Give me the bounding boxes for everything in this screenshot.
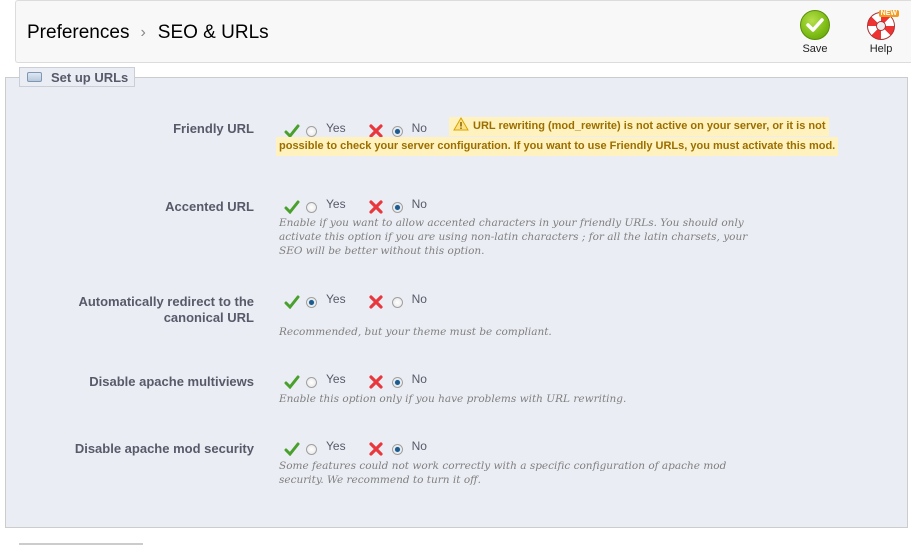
no-label: No <box>411 372 427 386</box>
breadcrumb: Preferences › SEO & URLs <box>27 22 269 44</box>
breadcrumb-separator-icon: › <box>140 24 146 41</box>
accented-url-hint: Enable if you want to allow accented cha… <box>279 217 748 257</box>
multiviews-hint: Enable this option only if you have prob… <box>279 393 627 405</box>
help-button[interactable]: NEW Help <box>856 10 906 55</box>
yes-label: Yes <box>326 372 346 386</box>
check-icon <box>284 295 300 309</box>
no-label: No <box>411 197 427 211</box>
cross-icon <box>368 375 383 389</box>
save-button[interactable]: Save <box>790 10 840 55</box>
check-icon <box>284 200 300 214</box>
mod-security-no-radio[interactable] <box>391 443 403 455</box>
friendly-url-options: Yes No <box>284 121 427 138</box>
yes-label: Yes <box>326 121 346 135</box>
lifebuoy-icon: NEW <box>866 10 899 40</box>
mod-security-hint: Some features could not work correctly w… <box>279 460 727 486</box>
new-badge: NEW <box>878 10 899 17</box>
mod-security-options: Yes No <box>284 439 427 456</box>
canonical-redirect-options: Yes No <box>284 292 427 309</box>
check-icon <box>284 375 300 389</box>
canonical-redirect-label: Automatically redirect to the canonical … <box>78 294 254 325</box>
cross-icon <box>368 442 383 456</box>
multiviews-no-radio[interactable] <box>391 376 403 388</box>
yes-label: Yes <box>326 292 346 306</box>
yes-label: Yes <box>326 439 346 453</box>
save-label: Save <box>802 43 828 55</box>
mod-security-label: Disable apache mod security <box>74 441 254 456</box>
check-icon <box>284 124 300 138</box>
help-label: Help <box>869 43 893 55</box>
check-icon <box>284 442 300 456</box>
friendly-url-yes-radio[interactable] <box>306 125 317 137</box>
toolbar: Preferences › SEO & URLs Save NEW Help <box>15 0 911 63</box>
multiviews-yes-radio[interactable] <box>306 376 317 388</box>
no-label: No <box>411 439 427 453</box>
accented-url-options: Yes No <box>284 197 427 214</box>
save-check-icon <box>800 10 830 40</box>
canonical-redirect-no-radio[interactable] <box>391 296 403 308</box>
friendly-url-no-radio[interactable] <box>391 125 403 137</box>
breadcrumb-current: SEO & URLs <box>157 22 269 43</box>
breadcrumb-parent[interactable]: Preferences <box>27 22 129 44</box>
multiviews-label: Disable apache multiviews <box>89 374 254 389</box>
mod-rewrite-warning: URL rewriting (mod_rewrite) is not activ… <box>449 117 830 136</box>
legend-title: Set up URLs <box>51 69 129 85</box>
cross-icon <box>368 124 383 138</box>
no-label: No <box>411 121 427 135</box>
accented-url-label: Accented URL <box>165 199 254 214</box>
canonical-redirect-yes-radio[interactable] <box>306 296 317 308</box>
canonical-redirect-hint: Recommended, but your theme must be comp… <box>279 326 552 338</box>
cross-icon <box>368 295 383 309</box>
accented-url-no-radio[interactable] <box>391 201 403 213</box>
no-label: No <box>411 292 427 306</box>
warning-icon <box>453 117 469 131</box>
mod-security-yes-radio[interactable] <box>306 443 317 455</box>
accented-url-yes-radio[interactable] <box>306 201 317 213</box>
fieldset-legend: Set up URLs <box>19 67 136 87</box>
cross-icon <box>368 200 383 214</box>
friendly-url-label: Friendly URL <box>173 121 254 136</box>
mod-rewrite-warning-cont: possible to check your server configurat… <box>276 137 839 156</box>
keyboard-icon <box>27 72 42 82</box>
multiviews-options: Yes No <box>284 372 427 389</box>
yes-label: Yes <box>326 197 346 211</box>
